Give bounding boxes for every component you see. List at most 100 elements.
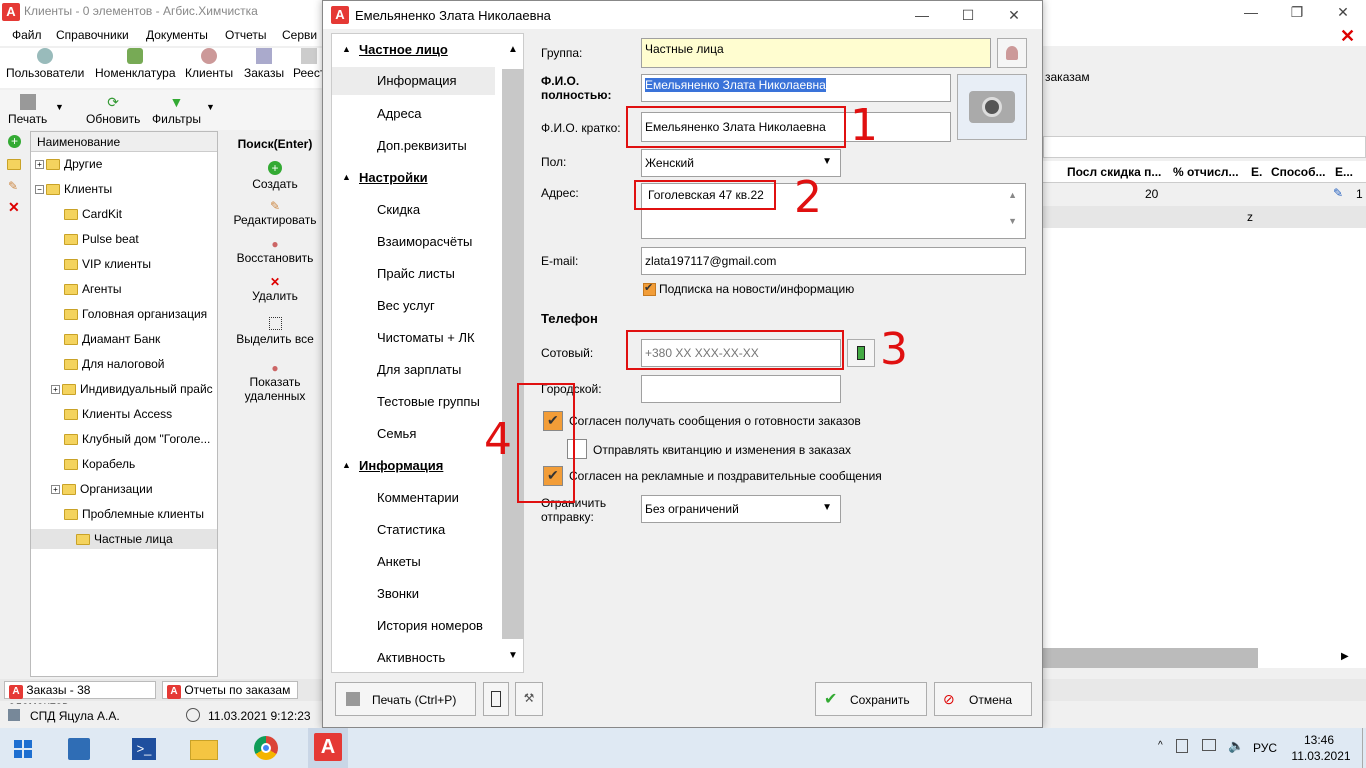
email-field[interactable]: zlata197117@gmail.com [641, 247, 1026, 275]
horizontal-scrollbar[interactable] [1043, 648, 1258, 668]
clock-time[interactable]: 13:46 [1294, 733, 1344, 747]
tree-item[interactable]: VIP клиенты [51, 254, 151, 274]
start-button[interactable] [4, 732, 44, 764]
volume-icon[interactable]: 🔈 [1228, 738, 1244, 754]
tree-item[interactable]: + Организации [51, 479, 153, 499]
nav-item[interactable]: Статистика [377, 522, 445, 537]
limit-select[interactable]: Без ограничений ▼ [641, 495, 841, 523]
menu-service[interactable]: Серви [276, 24, 323, 46]
print-button[interactable]: Печать [8, 94, 47, 126]
maximize-icon[interactable]: ☐ [945, 1, 991, 29]
network-icon[interactable] [1202, 739, 1216, 751]
filters-button[interactable]: ▼ Фильтры [152, 94, 201, 126]
restore-icon[interactable]: ❐ [1274, 0, 1320, 24]
users-button[interactable]: Пользователи [6, 48, 84, 80]
tree-item[interactable]: Проблемные клиенты [51, 504, 204, 524]
expand-icon[interactable]: + [51, 385, 60, 395]
minimize-icon[interactable]: — [1228, 0, 1274, 24]
pencil-icon[interactable]: ✎ [8, 179, 18, 193]
file-explorer-icon[interactable] [184, 732, 224, 764]
tab-orders[interactable]: A Заказы - 38 элементов [4, 681, 156, 713]
tab-order-reports[interactable]: A Отчеты по заказам [162, 681, 298, 699]
scroll-right-icon[interactable]: ▶ [1341, 651, 1349, 662]
tree-item[interactable]: Для налоговой [51, 354, 164, 374]
agbis-app-taskbar-icon[interactable]: A [308, 728, 348, 768]
col-e2[interactable]: Е... [1335, 165, 1353, 179]
select-all-button[interactable]: Выделить все [226, 317, 324, 346]
close-icon[interactable]: ✕ [991, 1, 1037, 29]
expand-icon[interactable]: + [35, 160, 44, 170]
minimize-icon[interactable]: — [899, 1, 945, 29]
col-method[interactable]: Способ... [1271, 165, 1326, 179]
tree-item[interactable]: Диамант Банк [51, 329, 160, 349]
scroll-down-icon[interactable]: ▼ [508, 650, 518, 661]
server-manager-icon[interactable] [60, 732, 100, 764]
nav-section-header[interactable]: Настройки [359, 170, 428, 185]
tree-item[interactable]: Клубный дом "Гоголе... [51, 429, 210, 449]
edit-button[interactable]: ✎ Редактировать [226, 199, 324, 227]
menu-file[interactable]: Файл [6, 24, 48, 46]
registry-button[interactable]: Реест [293, 48, 325, 80]
chevron-down-icon[interactable]: ▼ [55, 102, 64, 112]
nav-item[interactable]: Для зарплаты [377, 362, 461, 377]
nav-section-header[interactable]: Информация [359, 458, 443, 473]
close-tab-icon[interactable]: ✕ [1340, 26, 1355, 47]
nav-item[interactable]: Вес услуг [377, 298, 435, 313]
settings-button[interactable]: ⚒ [515, 682, 543, 716]
nomenclature-button[interactable]: Номенклатура [95, 48, 176, 80]
nav-item[interactable]: Информация [332, 67, 495, 95]
nav-item[interactable]: История номеров [377, 618, 483, 633]
nav-section-header[interactable]: Частное лицо [359, 42, 448, 57]
close-icon[interactable]: ✕ [1320, 0, 1366, 24]
tree-item[interactable]: Pulse beat [51, 229, 139, 249]
tree-item[interactable]: + Индивидуальный прайс [51, 379, 213, 399]
nav-item[interactable]: Анкеты [377, 554, 421, 569]
menu-documents[interactable]: Документы [140, 24, 214, 46]
tree-item[interactable]: Клиенты Access [51, 404, 172, 424]
nav-item[interactable]: Доп.реквизиты [377, 138, 467, 153]
group-select-button[interactable] [997, 38, 1027, 68]
scroll-up-icon[interactable]: ▲ [1008, 190, 1017, 200]
tree-item[interactable]: − Клиенты [35, 179, 112, 199]
nav-item[interactable]: Комментарии [377, 490, 459, 505]
orders-report-toolbar-label[interactable]: заказам [1045, 70, 1090, 84]
tree-item[interactable]: Головная организация [51, 304, 207, 324]
tree-item[interactable]: Агенты [51, 279, 122, 299]
col-e[interactable]: Е. [1251, 165, 1262, 179]
orders-button[interactable]: Заказы [244, 48, 284, 80]
tree-item[interactable]: + Другие [35, 154, 102, 174]
nav-scrollbar[interactable] [502, 69, 524, 639]
document-button[interactable] [483, 682, 509, 716]
expand-icon[interactable]: + [51, 485, 60, 495]
language-indicator[interactable]: РУС [1253, 741, 1277, 755]
clock-date[interactable]: 11.03.2021 [1288, 749, 1354, 763]
show-deleted-button[interactable]: ● Показать удаленных [226, 361, 324, 403]
clients-button[interactable]: Клиенты [185, 48, 233, 80]
city-phone-field[interactable] [641, 375, 841, 403]
add-icon[interactable]: + [8, 135, 21, 148]
nav-item[interactable]: Скидка [377, 202, 420, 217]
save-button[interactable]: ✔ Сохранить [815, 682, 927, 716]
tray-up-icon[interactable]: ^ [1158, 740, 1163, 751]
delete-icon[interactable]: ✕ [8, 199, 20, 216]
menu-references[interactable]: Справочники [50, 24, 135, 46]
group-field[interactable]: Частные лица [641, 38, 991, 68]
table-row[interactable]: z [1043, 206, 1366, 228]
fio-full-field[interactable]: Емельяненко Злата Николаевна [641, 74, 951, 102]
nav-item[interactable]: Прайс листы [377, 266, 455, 281]
collapse-icon[interactable]: ▲ [342, 44, 351, 54]
restore-button[interactable]: ● Восстановить [226, 237, 324, 265]
col-percent[interactable]: % отчисл... [1173, 165, 1239, 179]
chrome-icon[interactable] [246, 732, 286, 764]
tree-item[interactable]: CardKit [51, 204, 122, 224]
subscribe-checkbox[interactable] [643, 281, 656, 296]
collapse-icon[interactable]: ▲ [342, 460, 351, 470]
chevron-down-icon[interactable]: ▼ [206, 102, 215, 112]
nav-item[interactable]: Тестовые группы [377, 394, 480, 409]
nav-item[interactable]: Семья [377, 426, 416, 441]
nav-item[interactable]: Адреса [377, 106, 421, 121]
create-button[interactable]: + Создать [226, 161, 324, 191]
print-button[interactable]: Печать (Ctrl+P) [335, 682, 476, 716]
col-last-discount[interactable]: Посл скидка п... [1067, 165, 1161, 179]
powershell-icon[interactable]: >_ [124, 732, 164, 764]
